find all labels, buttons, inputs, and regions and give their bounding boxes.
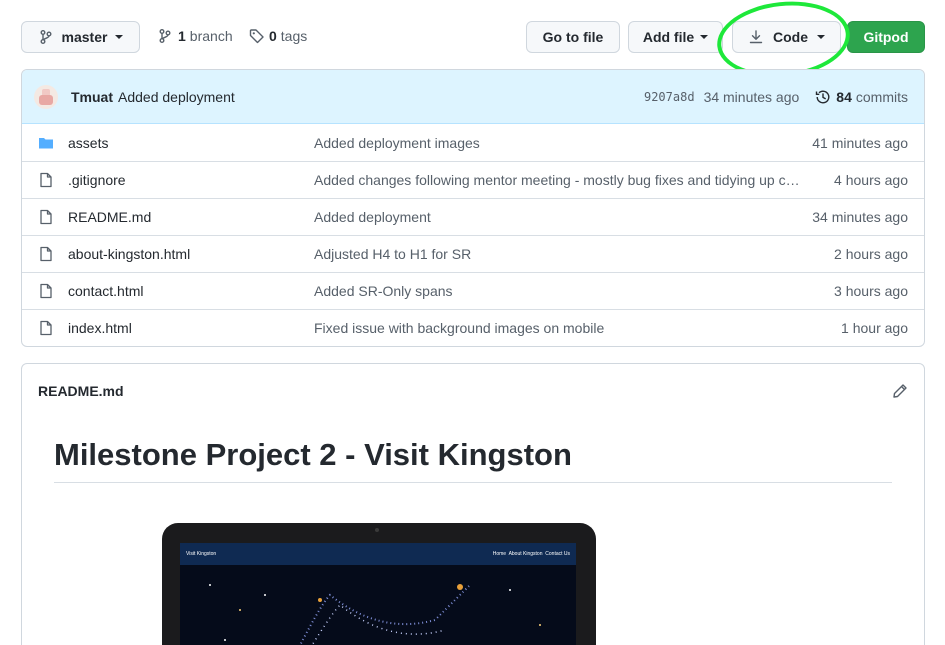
file-row[interactable]: about-kingston.html Adjusted H4 to H1 for… <box>22 235 924 272</box>
file-icon <box>40 320 52 336</box>
file-icon <box>40 246 52 262</box>
file-icon <box>40 172 52 188</box>
branch-count: 1 <box>178 28 186 44</box>
file-commit-message[interactable]: Added changes following mentor meeting -… <box>314 172 834 188</box>
file-row[interactable]: README.md Added deployment 34 minutes ago <box>22 198 924 235</box>
file-name[interactable]: index.html <box>54 320 314 336</box>
file-row[interactable]: index.html Fixed issue with background im… <box>22 309 924 346</box>
gitpod-button[interactable]: Gitpod <box>847 21 925 53</box>
camera-dot <box>375 528 379 532</box>
file-icon <box>40 209 52 225</box>
file-commit-message[interactable]: Added deployment <box>314 209 812 225</box>
file-name[interactable]: .gitignore <box>54 172 314 188</box>
file-age: 2 hours ago <box>834 246 908 262</box>
add-file-label: Add file <box>642 29 695 45</box>
chevron-down-icon <box>700 35 709 39</box>
git-branch-icon <box>40 30 52 44</box>
file-commit-message[interactable]: Added SR-Only spans <box>314 283 834 299</box>
tag-icon <box>249 29 264 44</box>
file-name[interactable]: assets <box>54 135 314 151</box>
branches-link[interactable]: 1 branch <box>157 28 233 44</box>
preview-site-title: Visit Kingston <box>186 551 217 557</box>
file-commit-message[interactable]: Adjusted H4 to H1 for SR <box>314 246 834 262</box>
file-name[interactable]: about-kingston.html <box>54 246 314 262</box>
heading-divider <box>54 482 892 483</box>
tag-word: tags <box>280 28 308 44</box>
history-icon <box>816 90 830 103</box>
branch-word: branch <box>189 28 233 44</box>
pencil-icon[interactable] <box>892 383 908 399</box>
commit-author[interactable]: Tmuat <box>71 89 113 105</box>
readme-heading: Milestone Project 2 - Visit Kingston <box>54 437 572 472</box>
chevron-down-icon <box>115 35 124 39</box>
commit-time: 34 minutes ago <box>703 88 800 105</box>
preview-navbar: Visit Kingston Home About Kingston Conta… <box>180 543 576 565</box>
commit-sha[interactable]: 9207a8d <box>644 90 695 104</box>
add-file-button[interactable]: Add file <box>628 21 723 53</box>
commit-word[interactable]: commits <box>856 89 908 105</box>
laptop-mockup-image: Visit Kingston Home About Kingston Conta… <box>162 523 596 645</box>
commit-count[interactable]: 84 <box>836 89 852 105</box>
readme-panel: README.md Milestone Project 2 - Visit Ki… <box>21 363 925 645</box>
readme-header: README.md <box>22 364 924 418</box>
file-age: 1 hour ago <box>841 320 908 336</box>
file-row[interactable]: .gitignore Added changes following mentor… <box>22 161 924 198</box>
file-name[interactable]: contact.html <box>54 283 314 299</box>
file-age: 3 hours ago <box>834 283 908 299</box>
christmas-lights-image <box>209 584 541 645</box>
file-row[interactable]: assets Added deployment images 41 minutes … <box>22 124 924 161</box>
file-icon <box>40 283 52 299</box>
tag-count: 0 <box>269 28 277 44</box>
file-age: 41 minutes ago <box>812 134 908 151</box>
file-commit-message[interactable]: Added deployment images <box>314 135 812 151</box>
latest-commit-bar: Tmuat Added deployment 9207a8d 34 minute… <box>22 70 924 124</box>
readme-filename: README.md <box>38 383 124 399</box>
file-row[interactable]: contact.html Added SR-Only spans 3 hours a… <box>22 272 924 309</box>
commit-message[interactable]: Added deployment <box>118 89 235 105</box>
file-name[interactable]: README.md <box>54 209 314 225</box>
branch-select-button[interactable]: master <box>21 21 140 53</box>
avatar[interactable] <box>34 84 58 109</box>
go-to-file-button[interactable]: Go to file <box>526 21 620 53</box>
folder-icon <box>39 137 53 148</box>
file-age: 34 minutes ago <box>812 209 908 225</box>
tags-link[interactable]: 0 tags <box>249 28 307 44</box>
file-browser: Tmuat Added deployment 9207a8d 34 minute… <box>21 69 925 347</box>
laptop-screen: Visit Kingston Home About Kingston Conta… <box>180 543 576 645</box>
preview-nav-links: Home About Kingston Contact Us <box>492 551 570 557</box>
file-commit-message[interactable]: Fixed issue with background images on mo… <box>314 320 841 336</box>
branch-name: master <box>61 29 108 45</box>
git-branch-icon <box>159 29 171 43</box>
file-age: 4 hours ago <box>834 172 908 188</box>
